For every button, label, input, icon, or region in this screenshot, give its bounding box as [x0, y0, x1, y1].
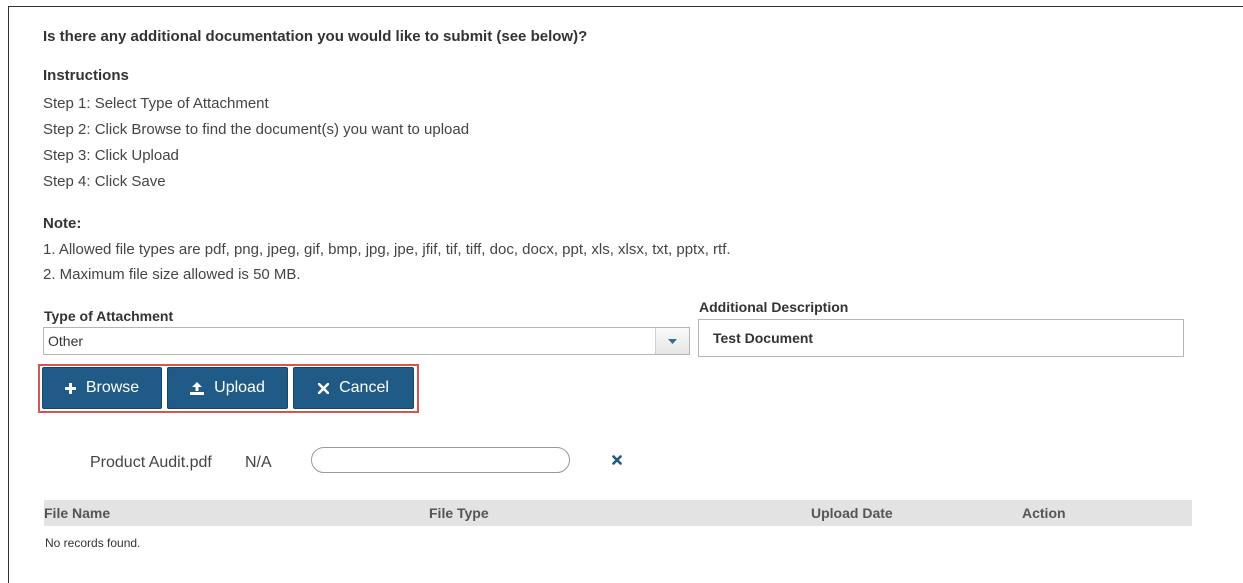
chevron-down-icon[interactable]: [655, 328, 689, 354]
form-frame: [8, 6, 1243, 583]
upload-button-label: Upload: [214, 379, 265, 396]
instructions-title: Instructions: [43, 67, 129, 84]
browse-button-label: Browse: [85, 379, 140, 396]
instruction-step-3: Step 3: Click Upload: [43, 147, 179, 164]
upload-icon: [190, 381, 205, 395]
note-line-file-types: 1. Allowed file types are pdf, png, jpeg…: [43, 241, 731, 258]
column-header-file-name: File Name: [44, 505, 111, 521]
instruction-step-1: Step 1: Select Type of Attachment: [43, 95, 269, 112]
additional-description-input[interactable]: [698, 319, 1184, 357]
no-records-message: No records found.: [45, 536, 141, 550]
column-header-file-type: File Type: [429, 505, 489, 521]
instruction-step-2: Step 2: Click Browse to find the documen…: [43, 121, 470, 138]
column-header-upload-date: Upload Date: [811, 505, 893, 521]
attachment-type-label: Type of Attachment: [44, 308, 174, 324]
additional-description-label: Additional Description: [699, 299, 849, 315]
pending-file-name: Product Audit.pdf: [90, 454, 212, 471]
cancel-button[interactable]: Cancel: [293, 367, 414, 409]
upload-button[interactable]: Upload: [167, 367, 288, 409]
close-icon: [318, 382, 330, 394]
attachment-type-select[interactable]: Other: [43, 327, 690, 355]
attachment-type-value: Other: [48, 333, 84, 349]
instruction-step-4: Step 4: Click Save: [43, 173, 166, 190]
attachments-table-header: File Name File Type Upload Date Action: [44, 500, 1192, 526]
plus-icon: [64, 382, 76, 394]
remove-file-close-icon[interactable]: [612, 452, 622, 470]
browse-button[interactable]: Browse: [42, 367, 162, 409]
cancel-button-label: Cancel: [339, 379, 389, 396]
column-header-action: Action: [1022, 505, 1066, 521]
documentation-question: Is there any additional documentation yo…: [43, 28, 588, 45]
note-title: Note:: [43, 215, 82, 232]
note-line-max-size: 2. Maximum file size allowed is 50 MB.: [43, 266, 301, 283]
pending-file-type: N/A: [245, 454, 272, 471]
pending-file-description-input[interactable]: [311, 447, 570, 473]
